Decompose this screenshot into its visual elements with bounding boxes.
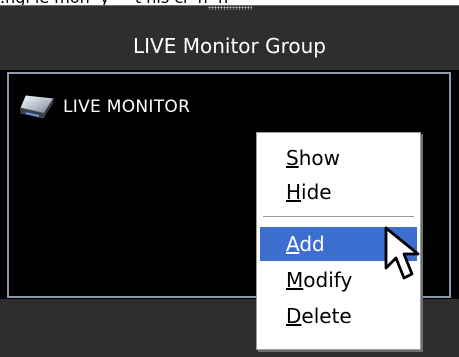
list-item-label: LIVE MONITOR: [63, 97, 191, 117]
menu-separator: [263, 216, 414, 218]
screenshot-page: .ngl·le·mon··y·····t·nls·cl··n··n·· LIVE…: [0, 0, 459, 357]
menu-item-delete[interactable]: Delete: [260, 299, 417, 333]
mouse-pointer-icon: [384, 226, 420, 280]
menu-item-hide[interactable]: Hide: [260, 175, 417, 209]
drag-grip-icon[interactable]: [208, 6, 252, 10]
monitor-device-icon: [20, 95, 54, 119]
menu-item-show[interactable]: Show: [260, 141, 417, 175]
panel-title: LIVE Monitor Group: [133, 34, 326, 58]
panel-header[interactable]: LIVE Monitor Group: [0, 5, 459, 70]
list-item-live-monitor[interactable]: LIVE MONITOR: [19, 94, 190, 120]
